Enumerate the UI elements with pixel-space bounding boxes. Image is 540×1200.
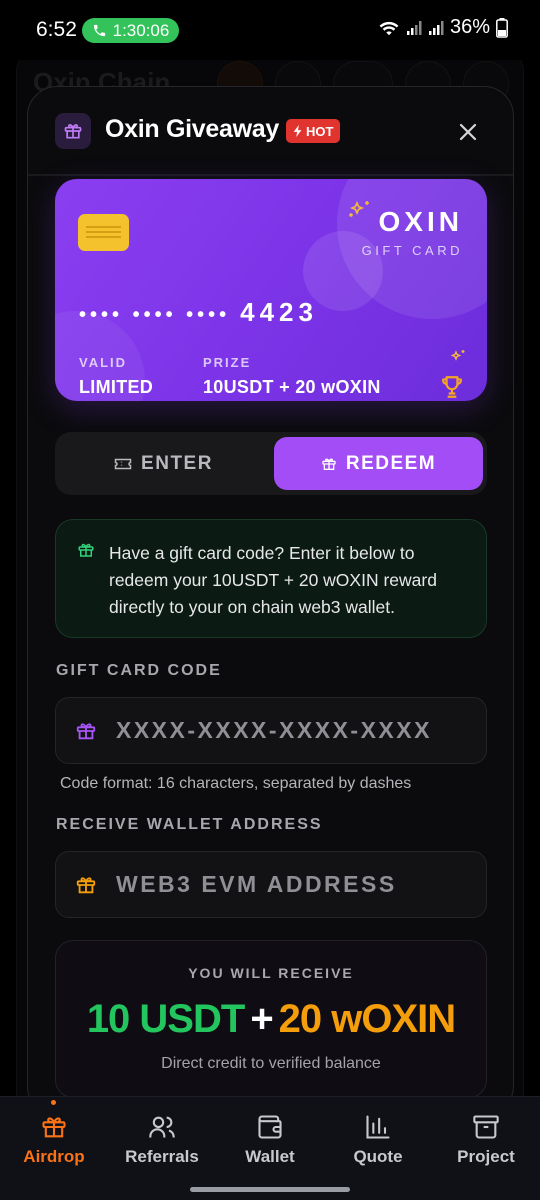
code-field-label: GIFT CARD CODE xyxy=(56,662,222,679)
nav-project-label: Project xyxy=(457,1147,515,1166)
card-number: •••• •••• •••• 4423 xyxy=(79,297,318,328)
wallet-field-label: RECEIVE WALLET ADDRESS xyxy=(56,816,323,833)
nav-quote-label: Quote xyxy=(353,1147,403,1166)
home-indicator[interactable] xyxy=(190,1187,350,1192)
card-prize-label: PRIZE xyxy=(203,355,252,370)
receive-oxin: 20 wOXIN xyxy=(278,997,457,1041)
mode-tabs: ENTER REDEEM xyxy=(55,432,487,495)
chart-icon xyxy=(366,1115,390,1139)
card-chip-icon xyxy=(78,214,129,251)
trophy-icon xyxy=(442,376,462,398)
card-valid-value: LIMITED xyxy=(79,377,154,397)
receive-plus: + xyxy=(250,997,273,1041)
receive-usdt: 10 USDT xyxy=(86,997,245,1041)
hot-badge-label: HOT xyxy=(306,123,334,139)
wallet-icon xyxy=(258,1115,282,1139)
active-dot xyxy=(51,1100,56,1105)
battery-icon xyxy=(496,17,508,38)
gift-code-input[interactable] xyxy=(116,698,476,763)
modal-body[interactable]: OXIN GIFT CARD •••• •••• •••• 4423 VALID … xyxy=(28,178,513,1115)
signal-icon-1 xyxy=(406,20,422,35)
hot-badge: HOT xyxy=(286,119,341,143)
receive-label: YOU WILL RECEIVE xyxy=(188,965,354,981)
nav-wallet-label: Wallet xyxy=(245,1147,295,1166)
wifi-icon xyxy=(379,21,399,35)
archive-icon xyxy=(473,1115,499,1139)
bottom-nav: Airdrop Referrals Wallet Quote Project xyxy=(0,1096,540,1200)
nav-quote[interactable]: Quote xyxy=(324,1113,432,1167)
info-text: Have a gift card code? Enter it below to… xyxy=(109,543,437,617)
nav-wallet[interactable]: Wallet xyxy=(216,1113,324,1167)
card-valid-label: VALID xyxy=(79,355,128,370)
close-button[interactable] xyxy=(453,117,483,147)
nav-airdrop[interactable]: Airdrop xyxy=(0,1100,108,1167)
tab-enter[interactable]: ENTER xyxy=(59,437,268,490)
close-icon xyxy=(459,123,477,141)
nav-referrals-label: Referrals xyxy=(125,1147,199,1166)
code-hint: Code format: 16 characters, separated by… xyxy=(60,775,412,792)
receive-amount: 10 USDT +20 wOXIN xyxy=(56,997,486,1042)
info-gift-icon xyxy=(78,543,94,557)
card-prize-value: 10USDT + 20 wOXIN xyxy=(203,377,381,397)
wallet-address-input[interactable] xyxy=(116,852,476,917)
users-icon xyxy=(149,1116,175,1138)
receive-summary: YOU WILL RECEIVE 10 USDT +20 wOXIN Direct… xyxy=(55,940,487,1098)
modal-title: Oxin Giveaway xyxy=(105,115,279,143)
tab-redeem-label: REDEEM xyxy=(345,452,437,474)
card-subtitle: GIFT CARD xyxy=(361,243,463,258)
code-field xyxy=(55,697,487,764)
wallet-gift-icon xyxy=(76,877,96,894)
small-sparkle-icon xyxy=(450,350,465,361)
sparkle-icon xyxy=(349,201,369,217)
battery-percent: 36% xyxy=(449,16,490,38)
status-time: 6:52 xyxy=(36,18,77,41)
card-brand: OXIN xyxy=(378,206,463,237)
card-number-mask: •••• •••• •••• xyxy=(79,304,231,326)
tab-enter-label: ENTER xyxy=(141,452,213,474)
modal-header: Oxin Giveaway HOT xyxy=(28,87,513,176)
status-bar: 6:52 1:30:06 36% xyxy=(0,0,540,60)
gift-card: OXIN GIFT CARD •••• •••• •••• 4423 VALID … xyxy=(55,179,487,401)
header-gift-icon xyxy=(55,113,91,149)
info-box: Have a gift card code? Enter it below to… xyxy=(55,519,487,638)
tab-redeem[interactable]: REDEEM xyxy=(274,437,483,490)
signal-icon-2 xyxy=(428,20,444,35)
code-gift-icon xyxy=(76,723,96,740)
card-number-last: 4423 xyxy=(240,297,318,327)
ticket-icon xyxy=(114,458,132,469)
phone-icon xyxy=(93,24,105,37)
gift-icon xyxy=(322,457,336,470)
nav-project[interactable]: Project xyxy=(432,1113,540,1167)
nav-referrals[interactable]: Referrals xyxy=(108,1113,216,1167)
giveaway-modal: Oxin Giveaway HOT OXIN GIFT CARD •••• ••… xyxy=(27,86,514,1116)
bolt-icon xyxy=(293,125,302,137)
call-timer: 1:30:06 xyxy=(112,20,170,40)
call-indicator[interactable]: 1:30:06 xyxy=(82,18,179,43)
nav-airdrop-label: Airdrop xyxy=(23,1147,85,1166)
gift-icon xyxy=(42,1117,66,1138)
receive-note: Direct credit to verified balance xyxy=(161,1055,381,1072)
wallet-field xyxy=(55,851,487,918)
